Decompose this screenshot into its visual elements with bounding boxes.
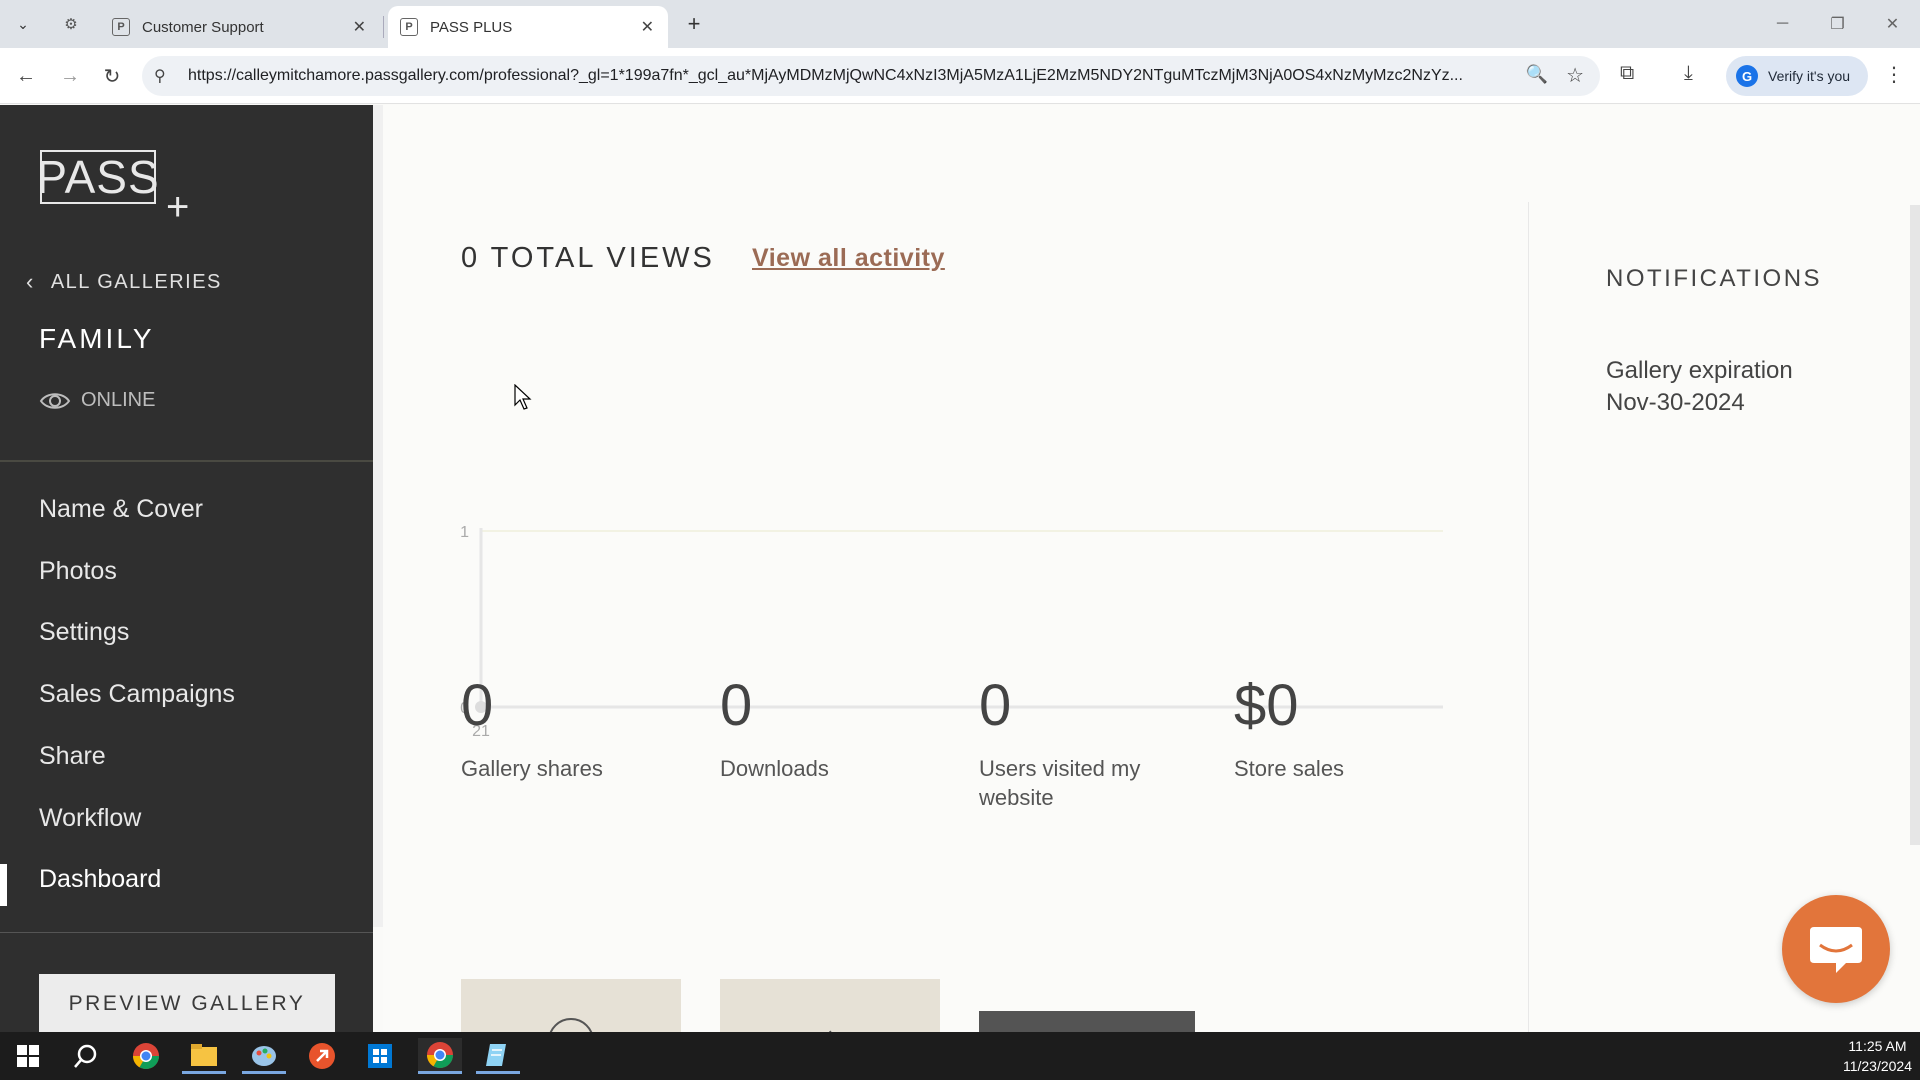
- close-window-icon[interactable]: ✕: [1865, 0, 1920, 48]
- download-icon[interactable]: ⤓: [1684, 62, 1693, 85]
- search-icon[interactable]: [64, 1038, 108, 1074]
- google-account-icon: G: [1736, 65, 1758, 87]
- file-explorer-icon[interactable]: [182, 1038, 226, 1074]
- browser-menu-icon[interactable]: ⋮: [1884, 62, 1904, 87]
- tab-label: Customer Support: [142, 18, 264, 36]
- tab-close-icon[interactable]: ✕: [641, 17, 654, 37]
- windows-start-icon[interactable]: [6, 1038, 50, 1074]
- sidebar: PASS + ‹ ALL GALLERIES FAMILY ONLINE Nam…: [0, 105, 373, 1034]
- sidebar-scrollbar[interactable]: [373, 105, 383, 927]
- eye-icon: [39, 392, 71, 409]
- tab-close-icon[interactable]: ✕: [353, 17, 366, 37]
- nav-name-cover[interactable]: Name & Cover: [39, 495, 203, 524]
- chat-bubble-icon: [1810, 927, 1862, 973]
- app-red-circle-icon[interactable]: [300, 1038, 344, 1074]
- pinned-tab-icon[interactable]: ⚙: [58, 12, 84, 36]
- sidebar-divider-bottom: [0, 932, 373, 933]
- site-settings-icon[interactable]: ⚲: [154, 66, 166, 86]
- stat-label: Gallery shares: [461, 756, 603, 781]
- address-bar[interactable]: ⚲ https://calleymitchamore.passgallery.c…: [142, 56, 1600, 96]
- y-tick-label-1: 1: [460, 524, 469, 541]
- minimize-icon[interactable]: ─: [1755, 0, 1810, 48]
- chevron-left-icon: ‹: [26, 269, 35, 294]
- tab-label: PASS PLUS: [430, 18, 513, 36]
- nav-dashboard[interactable]: Dashboard: [39, 865, 161, 894]
- total-views-heading: 0 TOTAL VIEWS: [461, 242, 715, 274]
- view-all-activity-link[interactable]: View all activity: [752, 244, 945, 273]
- chrome-icon[interactable]: [124, 1038, 168, 1074]
- reload-icon[interactable]: ↻: [98, 62, 126, 90]
- window-controls: ─ ❐ ✕: [1755, 0, 1920, 48]
- sidebar-divider: [0, 460, 373, 462]
- extensions-puzzle-icon[interactable]: ⧉: [1620, 62, 1634, 85]
- verify-profile-button[interactable]: G Verify it's you: [1726, 56, 1868, 96]
- gallery-name: FAMILY: [39, 323, 155, 354]
- page-scrollbar[interactable]: [1910, 205, 1920, 845]
- address-toolbar: ← → ↻ ⚲ https://calleymitchamore.passgal…: [0, 48, 1920, 104]
- tab-separator: [383, 16, 384, 38]
- stat-value: 0: [720, 673, 753, 738]
- all-galleries-link[interactable]: ‹ ALL GALLERIES: [26, 269, 222, 295]
- stat-store-sales: $0 Store sales: [1234, 677, 1454, 784]
- preview-gallery-button[interactable]: PREVIEW GALLERY: [39, 974, 335, 1034]
- windows-taskbar: 11:25 AM 11/23/2024: [0, 1032, 1920, 1080]
- tab-search-chevron-icon[interactable]: ⌄: [8, 10, 38, 38]
- paint-app-icon[interactable]: [242, 1038, 286, 1074]
- stat-label: Store sales: [1234, 756, 1345, 781]
- quick-action-card[interactable]: [461, 979, 681, 1064]
- chat-support-button[interactable]: [1782, 895, 1890, 1003]
- url-text[interactable]: https://calleymitchamore.passgallery.com…: [188, 67, 1518, 85]
- tab-pass-plus[interactable]: P PASS PLUS ✕: [388, 6, 668, 48]
- nav-photos[interactable]: Photos: [39, 557, 117, 586]
- card-circle-icon: [548, 1018, 594, 1064]
- quick-action-card[interactable]: [720, 979, 940, 1040]
- stat-label: Users visited my website: [979, 756, 1141, 810]
- notification-line: Gallery expiration: [1606, 357, 1793, 384]
- stat-gallery-shares: 0 Gallery shares: [461, 677, 681, 784]
- pass-logo-plus: +: [166, 185, 190, 229]
- stat-label: Downloads: [720, 756, 829, 781]
- browser-tab-bar: ⌄ ⚙ P Customer Support ✕ P PASS PLUS ✕ +…: [0, 0, 1920, 48]
- dashboard-main: 0 TOTAL VIEWS View all activity 1 0 21 0…: [383, 105, 1920, 1064]
- clock-time: 11:25 AM: [1848, 1038, 1907, 1054]
- tab-favicon: P: [400, 18, 418, 36]
- system-clock[interactable]: 11:25 AM 11/23/2024: [1843, 1036, 1912, 1077]
- all-galleries-label: ALL GALLERIES: [50, 270, 222, 293]
- clock-date: 11/23/2024: [1842, 1058, 1912, 1075]
- notifications-title: NOTIFICATIONS: [1606, 265, 1823, 292]
- gallery-status[interactable]: ONLINE: [39, 389, 155, 412]
- stat-users-visited: 0 Users visited my website: [979, 677, 1199, 812]
- stat-value: 0: [461, 673, 494, 738]
- pass-logo[interactable]: PASS: [36, 150, 159, 204]
- notepad-icon[interactable]: [476, 1038, 520, 1074]
- bookmark-star-icon[interactable]: ☆: [1566, 63, 1584, 88]
- status-label: ONLINE: [81, 389, 156, 411]
- tab-customer-support[interactable]: P Customer Support ✕: [100, 6, 380, 48]
- stat-value: $0: [1234, 673, 1299, 738]
- new-tab-plus-icon[interactable]: +: [680, 10, 708, 38]
- card-mark-icon: [829, 1030, 834, 1040]
- notification-date: Nov-30-2024: [1606, 389, 1745, 417]
- notifications-divider: [1528, 202, 1529, 1032]
- microsoft-store-icon[interactable]: [358, 1038, 402, 1074]
- chrome-active-icon[interactable]: [418, 1038, 462, 1074]
- nav-workflow[interactable]: Workflow: [39, 804, 141, 833]
- restore-icon[interactable]: ❐: [1810, 0, 1865, 48]
- mouse-cursor-icon: [514, 384, 532, 410]
- nav-sales-campaigns[interactable]: Sales Campaigns: [39, 680, 235, 709]
- back-arrow-icon[interactable]: ←: [12, 62, 40, 90]
- stat-value: 0: [979, 673, 1012, 738]
- tab-favicon: P: [112, 18, 130, 36]
- stat-downloads: 0 Downloads: [720, 677, 940, 784]
- nav-share[interactable]: Share: [39, 742, 106, 771]
- forward-arrow-icon[interactable]: →: [56, 62, 84, 90]
- nav-active-indicator: [0, 864, 7, 906]
- profile-label: Verify it's you: [1768, 68, 1851, 84]
- notification-item: Gallery expiration Nov-30-2024: [1606, 355, 1793, 420]
- zoom-magnifier-icon[interactable]: 🔍: [1526, 64, 1548, 85]
- nav-settings[interactable]: Settings: [39, 618, 129, 647]
